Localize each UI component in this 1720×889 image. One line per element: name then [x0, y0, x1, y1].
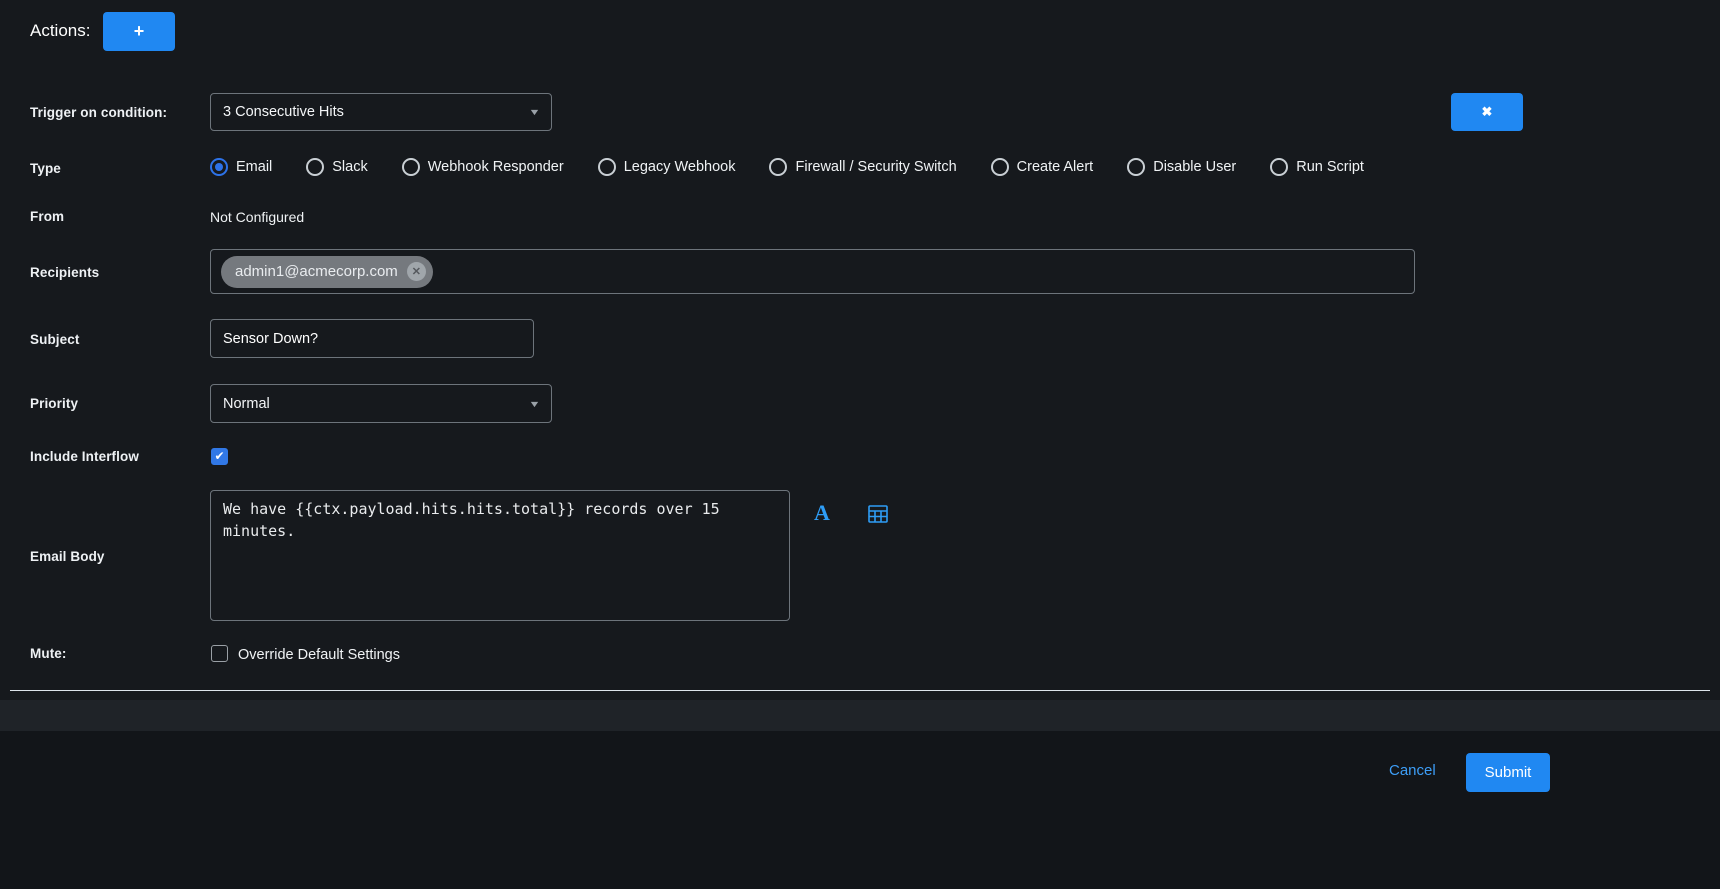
- radio-icon: [1270, 158, 1288, 176]
- from-label: From: [30, 209, 64, 224]
- trigger-condition-label: Trigger on condition:: [30, 105, 167, 120]
- include-interflow-checkbox[interactable]: [211, 448, 228, 465]
- radio-type-legacy-webhook[interactable]: Legacy Webhook: [598, 158, 736, 176]
- radio-label: Disable User: [1153, 159, 1236, 175]
- radio-type-create-alert[interactable]: Create Alert: [991, 158, 1094, 176]
- table-icon[interactable]: [868, 505, 888, 528]
- subject-input[interactable]: [210, 319, 534, 358]
- remove-recipient-icon[interactable]: ✕: [407, 262, 426, 281]
- radio-icon: [402, 158, 420, 176]
- bottom-band: [0, 700, 1720, 731]
- priority-select[interactable]: Normal ▼: [210, 384, 552, 423]
- mute-override-checkbox[interactable]: [211, 645, 228, 662]
- actions-label: Actions:: [30, 21, 90, 41]
- radio-label: Webhook Responder: [428, 159, 564, 175]
- alert-action-form: Actions: + Trigger on condition: 3 Conse…: [0, 0, 1720, 889]
- radio-type-run-script[interactable]: Run Script: [1270, 158, 1364, 176]
- close-icon: ✖: [1482, 104, 1493, 120]
- radio-icon: [1127, 158, 1145, 176]
- subject-label: Subject: [30, 332, 79, 347]
- submit-button[interactable]: Submit: [1466, 753, 1550, 792]
- radio-label: Firewall / Security Switch: [795, 159, 956, 175]
- email-body-label: Email Body: [30, 549, 105, 564]
- radio-type-webhook-responder[interactable]: Webhook Responder: [402, 158, 564, 176]
- radio-type-slack[interactable]: Slack: [306, 158, 367, 176]
- radio-icon: [210, 158, 228, 176]
- type-radio-group: Email Slack Webhook Responder Legacy Web…: [210, 158, 1364, 176]
- radio-icon: [306, 158, 324, 176]
- radio-icon: [598, 158, 616, 176]
- email-body-textarea[interactable]: We have {{ctx.payload.hits.hits.total}} …: [210, 490, 790, 621]
- radio-label: Legacy Webhook: [624, 159, 736, 175]
- radio-label: Email: [236, 159, 272, 175]
- type-label: Type: [30, 161, 61, 176]
- radio-icon: [769, 158, 787, 176]
- radio-type-firewall-security-switch[interactable]: Firewall / Security Switch: [769, 158, 956, 176]
- priority-label: Priority: [30, 396, 78, 411]
- radio-icon: [991, 158, 1009, 176]
- include-interflow-label: Include Interflow: [30, 449, 139, 464]
- plus-icon: +: [134, 21, 145, 42]
- chevron-down-icon: ▼: [528, 107, 540, 117]
- radio-label: Run Script: [1296, 159, 1364, 175]
- add-action-button[interactable]: +: [103, 12, 175, 51]
- recipient-chip: admin1@acmecorp.com ✕: [221, 256, 433, 288]
- trigger-condition-select[interactable]: 3 Consecutive Hits ▼: [210, 93, 552, 131]
- mute-override-label: Override Default Settings: [238, 647, 400, 663]
- from-value: Not Configured: [210, 209, 304, 225]
- cancel-button[interactable]: Cancel: [1389, 762, 1436, 779]
- divider: [10, 690, 1710, 691]
- recipient-chip-text: admin1@acmecorp.com: [235, 263, 398, 280]
- remove-action-button[interactable]: ✖: [1451, 93, 1523, 131]
- trigger-condition-value: 3 Consecutive Hits: [223, 104, 522, 120]
- priority-value: Normal: [223, 396, 522, 412]
- radio-type-email[interactable]: Email: [210, 158, 272, 176]
- recipients-label: Recipients: [30, 265, 99, 280]
- radio-label: Slack: [332, 159, 367, 175]
- radio-type-disable-user[interactable]: Disable User: [1127, 158, 1236, 176]
- mute-label: Mute:: [30, 646, 67, 661]
- footer-bar: [0, 731, 1720, 889]
- recipients-input[interactable]: admin1@acmecorp.com ✕: [210, 249, 1415, 294]
- chevron-down-icon: ▼: [528, 399, 540, 409]
- font-format-icon[interactable]: A: [814, 500, 830, 526]
- radio-label: Create Alert: [1017, 159, 1094, 175]
